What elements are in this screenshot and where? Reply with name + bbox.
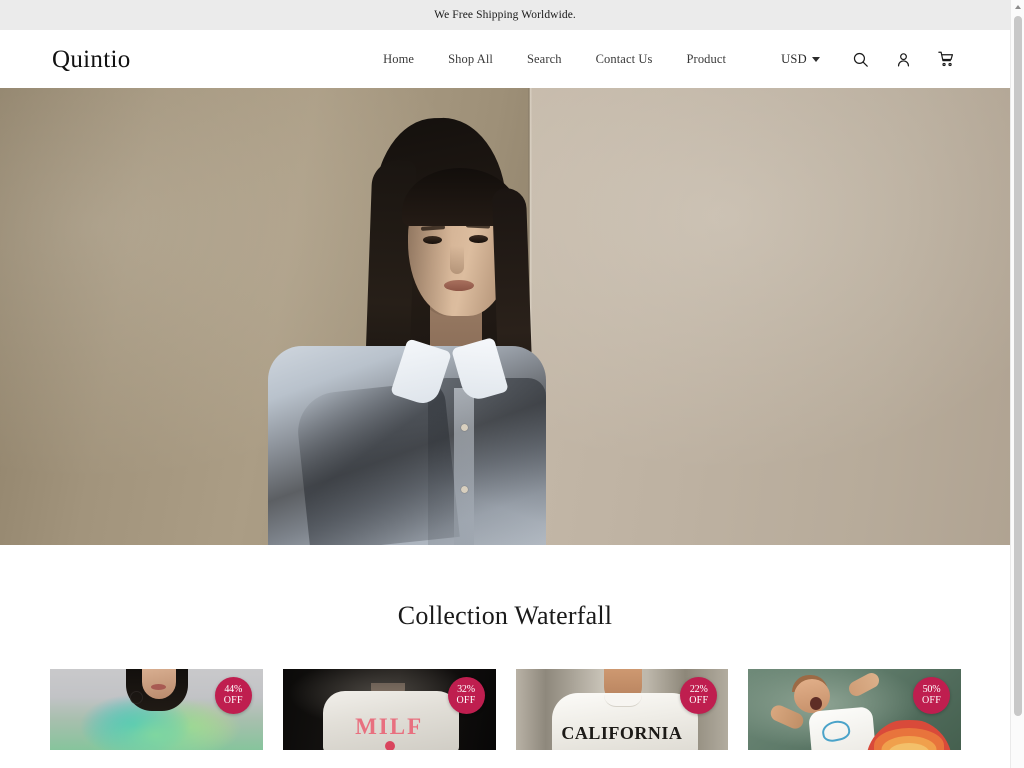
scroll-up-arrow-icon[interactable] bbox=[1011, 0, 1024, 14]
nav-item-shop-all[interactable]: Shop All bbox=[431, 52, 510, 67]
currency-selector[interactable]: USD bbox=[781, 52, 820, 67]
product1-earring bbox=[130, 691, 143, 704]
product-card[interactable]: CALIFORNIA 22% OFF bbox=[515, 669, 729, 750]
currency-label: USD bbox=[781, 51, 807, 66]
product-card[interactable]: 50% OFF bbox=[748, 669, 961, 750]
main-navigation: Home Shop All Search Contact Us Product … bbox=[366, 49, 956, 69]
hero-banner[interactable] bbox=[0, 88, 1010, 545]
model-nose bbox=[450, 246, 464, 274]
product3-graphic-text: CALIFORNIA bbox=[561, 723, 683, 743]
model-shirt-button bbox=[461, 486, 468, 493]
discount-label: OFF bbox=[689, 694, 709, 706]
product4-rainbow-toy bbox=[866, 719, 953, 750]
nav-item-home[interactable]: Home bbox=[366, 52, 431, 67]
announcement-bar: We Free Shipping Worldwide. bbox=[0, 0, 1010, 30]
nav-item-search[interactable]: Search bbox=[510, 52, 579, 67]
product1-model-lips bbox=[151, 684, 166, 690]
collection-title: Collection Waterfall bbox=[397, 601, 613, 630]
scrollbar-thumb[interactable] bbox=[1014, 16, 1022, 716]
discount-badge: 50% OFF bbox=[913, 677, 950, 714]
site-header: Quintio Home Shop All Search Contact Us … bbox=[0, 30, 1010, 88]
site-logo[interactable]: Quintio bbox=[52, 47, 131, 72]
search-icon[interactable] bbox=[850, 49, 870, 69]
nav-item-product[interactable]: Product bbox=[670, 52, 744, 67]
nav-item-contact-us[interactable]: Contact Us bbox=[579, 52, 670, 67]
announcement-text: We Free Shipping Worldwide. bbox=[434, 9, 576, 21]
model-lips bbox=[444, 280, 474, 291]
model-shirt-button bbox=[461, 424, 468, 431]
discount-badge: 22% OFF bbox=[680, 677, 718, 714]
discount-percent: 32% bbox=[457, 684, 475, 695]
model-shirt-placket bbox=[454, 388, 474, 545]
product-card[interactable]: 44% OFF bbox=[50, 669, 263, 750]
header-icons bbox=[850, 49, 956, 69]
nav-list: Home Shop All Search Contact Us Product bbox=[366, 52, 743, 67]
discount-label: OFF bbox=[922, 694, 941, 706]
discount-badge: 32% OFF bbox=[447, 677, 485, 714]
triangle-up-icon bbox=[1015, 5, 1021, 9]
hero-model-figure bbox=[258, 88, 548, 545]
model-eye-left bbox=[423, 236, 442, 244]
page-scrollbar[interactable] bbox=[1010, 0, 1024, 768]
model-shirt-shadow-right bbox=[428, 378, 546, 545]
hero-background-right bbox=[530, 88, 1010, 545]
chevron-down-icon bbox=[812, 57, 820, 62]
discount-percent: 22% bbox=[689, 684, 708, 695]
product-card[interactable]: MILF 32% OFF bbox=[282, 669, 496, 750]
product2-graphic-accent bbox=[384, 741, 395, 750]
product2-graphic-text: MILF bbox=[355, 714, 424, 739]
page-content: We Free Shipping Worldwide. Quintio Home… bbox=[0, 0, 1010, 768]
discount-percent: 50% bbox=[922, 684, 941, 695]
discount-label: OFF bbox=[456, 694, 476, 706]
cart-icon[interactable] bbox=[936, 49, 956, 69]
model-eye-right bbox=[469, 235, 488, 243]
collection-section: Collection Waterfall 44% OFF MILF 32% OF… bbox=[0, 545, 1010, 750]
browser-viewport: We Free Shipping Worldwide. Quintio Home… bbox=[0, 0, 1024, 768]
account-icon[interactable] bbox=[893, 49, 913, 69]
discount-percent: 44% bbox=[224, 684, 243, 695]
product-grid: 44% OFF MILF 32% OFF CALIFORNIA 22% OFF … bbox=[0, 631, 1010, 750]
discount-badge: 44% OFF bbox=[214, 677, 252, 714]
product4-baby-arm-right bbox=[846, 670, 882, 699]
product3-collar bbox=[603, 695, 642, 707]
discount-label: OFF bbox=[223, 694, 243, 706]
